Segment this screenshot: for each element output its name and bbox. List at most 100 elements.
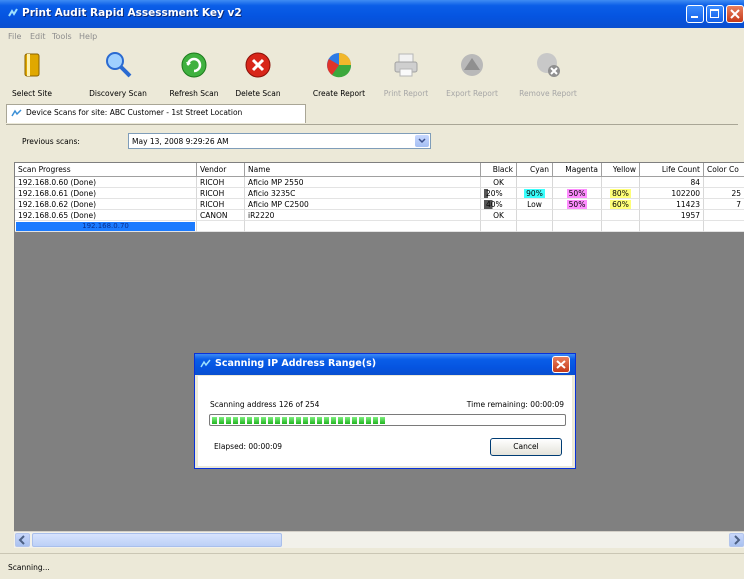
dropdown-button[interactable]	[415, 135, 429, 147]
dialog-close-button[interactable]	[552, 356, 570, 373]
refresh-scan-button[interactable]: Refresh Scan	[162, 45, 226, 103]
row3-progress[interactable]: 192.168.0.65 (Done)	[15, 210, 197, 221]
previous-scans-value: May 13, 2008 9:29:26 AM	[132, 137, 229, 146]
select-site-button[interactable]: Select Site	[12, 45, 52, 103]
print-report-label: Print Report	[383, 89, 429, 98]
app-icon	[8, 8, 18, 17]
scanning-ip: 192.168.0.70	[82, 222, 129, 230]
row0-yellow[interactable]	[602, 177, 640, 188]
minimize-button[interactable]	[686, 5, 704, 23]
time-remaining-text: Time remaining: 00:00:09	[466, 400, 564, 409]
row2-magenta[interactable]: 50%	[553, 199, 602, 210]
row2-black[interactable]: 40%	[481, 199, 517, 210]
row1-cyan[interactable]: 90%	[517, 188, 553, 199]
remove-report-icon	[537, 53, 560, 77]
row3-yellow[interactable]	[602, 210, 640, 221]
progress-segment	[359, 417, 364, 424]
col-name[interactable]: Name	[245, 163, 481, 177]
col-black[interactable]: Black	[481, 163, 517, 177]
row3-black[interactable]: OK	[481, 210, 517, 221]
maximize-button[interactable]	[706, 5, 724, 23]
scanning-row-name	[245, 221, 481, 232]
scroll-thumb[interactable]	[32, 533, 282, 547]
print-report-button[interactable]: Print Report	[378, 45, 434, 103]
scan-tab-icon	[11, 109, 22, 117]
black-level-chip: 40%	[484, 200, 505, 209]
create-report-button[interactable]: Create Report	[304, 45, 374, 103]
discovery-scan-button[interactable]: Discovery Scan	[78, 45, 158, 103]
row1-life-count[interactable]: 102200	[640, 188, 704, 199]
remove-report-label: Remove Report	[519, 89, 577, 98]
export-report-label: Export Report	[446, 89, 498, 98]
col-vendor[interactable]: Vendor	[197, 163, 245, 177]
row0-magenta[interactable]	[553, 177, 602, 188]
row3-name[interactable]: iR2220	[245, 210, 481, 221]
row0-name[interactable]: Aficio MP 2550	[245, 177, 481, 188]
progress-segment	[317, 417, 322, 424]
col-cyan[interactable]: Cyan	[517, 163, 553, 177]
menu-help[interactable]: Help	[79, 32, 97, 41]
scroll-right-button[interactable]	[729, 533, 744, 547]
row3-cyan[interactable]	[517, 210, 553, 221]
progress-segment	[289, 417, 294, 424]
scanning-row-life	[640, 221, 704, 232]
delete-scan-label: Delete Scan	[235, 89, 281, 98]
row0-vendor[interactable]: RICOH	[197, 177, 245, 188]
row0-progress[interactable]: 192.168.0.60 (Done)	[15, 177, 197, 188]
row3-color-count[interactable]	[704, 210, 744, 221]
progress-segment	[303, 417, 308, 424]
menu-file[interactable]: File	[8, 32, 21, 41]
row3-vendor[interactable]: CANON	[197, 210, 245, 221]
export-report-button[interactable]: Export Report	[440, 45, 504, 103]
row0-life-count[interactable]: 84	[640, 177, 704, 188]
row2-name[interactable]: Aficio MP C2500	[245, 199, 481, 210]
close-icon	[730, 9, 740, 19]
cancel-button[interactable]: Cancel	[490, 438, 562, 456]
scan-results-grid[interactable]: Scan Progress Vendor Name Black Cyan Mag…	[14, 162, 744, 532]
col-scan-progress[interactable]: Scan Progress	[15, 163, 197, 177]
row3-magenta[interactable]	[553, 210, 602, 221]
row1-magenta[interactable]: 50%	[553, 188, 602, 199]
progress-segment	[380, 417, 385, 424]
row1-progress[interactable]: 192.168.0.61 (Done)	[15, 188, 197, 199]
row0-black[interactable]: OK	[481, 177, 517, 188]
menu-tools[interactable]: Tools	[52, 32, 72, 41]
col-magenta[interactable]: Magenta	[553, 163, 602, 177]
horizontal-scrollbar[interactable]	[14, 531, 744, 548]
scanning-row[interactable]: 192.168.0.70	[15, 221, 197, 232]
row2-cyan[interactable]: Low	[517, 199, 553, 210]
row3-life-count[interactable]: 1957	[640, 210, 704, 221]
dialog-title-bar[interactable]: Scanning IP Address Range(s)	[195, 354, 575, 375]
close-button[interactable]	[726, 5, 744, 23]
progress-segment	[324, 417, 329, 424]
row1-black[interactable]: 20%	[481, 188, 517, 199]
magenta-level-chip: 50%	[566, 189, 588, 198]
remove-report-button[interactable]: Remove Report	[512, 45, 584, 103]
row0-color-count[interactable]	[704, 177, 744, 188]
menu-edit[interactable]: Edit	[30, 32, 46, 41]
row2-color-count[interactable]: 7	[704, 199, 744, 210]
row1-vendor[interactable]: RICOH	[197, 188, 245, 199]
col-color-count[interactable]: Color Co	[704, 163, 744, 177]
row2-yellow[interactable]: 60%	[602, 199, 640, 210]
title-bar[interactable]: Print Audit Rapid Assessment Key v2	[0, 0, 744, 28]
row1-name[interactable]: Aficio 3235C	[245, 188, 481, 199]
dialog-title: Scanning IP Address Range(s)	[215, 358, 377, 369]
row2-life-count[interactable]: 11423	[640, 199, 704, 210]
black-level-chip: 20%	[484, 189, 505, 198]
row0-cyan[interactable]	[517, 177, 553, 188]
delete-scan-button[interactable]: Delete Scan	[230, 45, 286, 103]
row1-color-count[interactable]: 25	[704, 188, 744, 199]
progress-segment	[275, 417, 280, 424]
row1-yellow[interactable]: 80%	[602, 188, 640, 199]
previous-scans-select[interactable]: May 13, 2008 9:29:26 AM	[128, 133, 431, 149]
scroll-left-button[interactable]	[15, 533, 30, 547]
col-yellow[interactable]: Yellow	[602, 163, 640, 177]
arrow-right-icon	[734, 535, 741, 545]
scanning-row-black	[481, 221, 517, 232]
progress-segment	[296, 417, 301, 424]
row2-progress[interactable]: 192.168.0.62 (Done)	[15, 199, 197, 210]
site-tab[interactable]: Device Scans for site: ABC Customer - 1s…	[6, 104, 306, 124]
row2-vendor[interactable]: RICOH	[197, 199, 245, 210]
col-life-count[interactable]: Life Count	[640, 163, 704, 177]
